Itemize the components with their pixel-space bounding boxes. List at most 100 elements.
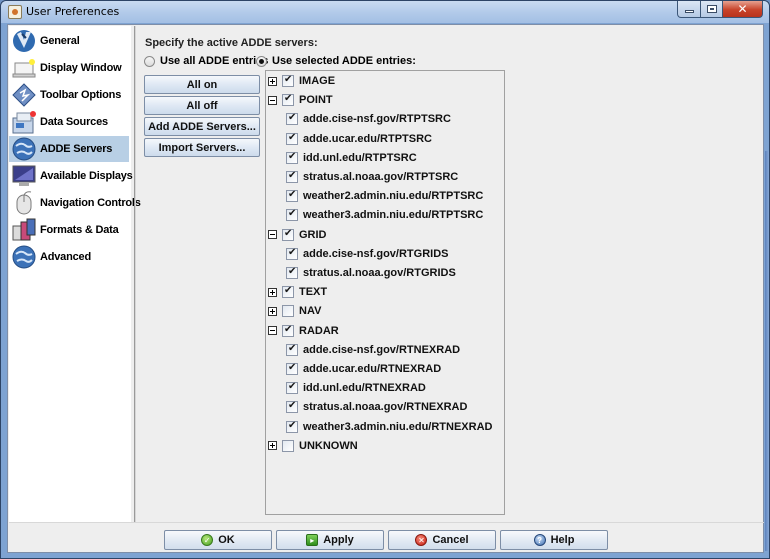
tree-item-label: idd.unl.edu/RTPTSRC (303, 151, 417, 164)
tree-server-row[interactable]: weather3.admin.niu.edu/RTPTSRC (286, 206, 483, 224)
tree-item-label: TEXT (299, 286, 328, 299)
tree-item-label: stratus.al.noaa.gov/RTGRIDS (303, 267, 456, 279)
help-button[interactable]: ? Help (500, 530, 608, 550)
sidebar-item-adde-servers[interactable]: ADDE Servers (9, 136, 129, 162)
tree-server-row[interactable]: stratus.al.noaa.gov/RTGRIDS (286, 264, 456, 282)
sidebar-item-data-sources[interactable]: Data Sources (9, 109, 129, 135)
window-edge-resize (765, 151, 769, 551)
title-bar[interactable]: User Preferences ✕ (1, 1, 769, 23)
maximize-button[interactable] (701, 1, 723, 18)
checkbox[interactable] (286, 400, 298, 414)
tree-server-row[interactable]: idd.unl.edu/RTNEXRAD (286, 379, 426, 397)
checkbox[interactable] (282, 285, 294, 299)
sidebar-item-display-window[interactable]: Display Window (9, 55, 129, 81)
tree-item-label: NAV (299, 305, 322, 318)
toolbar-options-icon (11, 82, 37, 108)
tree-server-row[interactable]: adde.ucar.edu/RTPTSRC (286, 130, 432, 148)
sidebar-item-label: Formats & Data (40, 224, 119, 236)
sidebar-item-available-displays[interactable]: Available Displays (9, 163, 133, 189)
checkbox[interactable] (286, 362, 298, 375)
radio-label: Use selected ADDE entries: (272, 55, 416, 67)
tree-server-row[interactable]: weather3.admin.niu.edu/RTNEXRAD (286, 418, 492, 436)
tree-item-label: POINT (299, 94, 333, 107)
tree-category-row[interactable]: TEXT (268, 283, 327, 301)
checkbox[interactable] (286, 343, 298, 356)
expand-icon[interactable] (268, 441, 277, 451)
apply-button[interactable]: ▸ Apply (276, 530, 384, 550)
cancel-button[interactable]: ✕ Cancel (388, 530, 496, 550)
collapse-icon[interactable] (268, 326, 277, 336)
tree-server-row[interactable]: adde.cise-nsf.gov/RTPTSRC (286, 110, 451, 128)
checkbox[interactable] (286, 266, 298, 279)
tree-category-row[interactable]: POINT (268, 91, 333, 109)
tree-category-row[interactable]: NAV (268, 302, 321, 320)
collapse-icon[interactable] (268, 95, 277, 105)
data-sources-icon (11, 109, 37, 135)
radio-button[interactable] (256, 55, 267, 67)
split-pane-divider[interactable] (134, 26, 136, 522)
tree-server-row[interactable]: adde.cise-nsf.gov/RTGRIDS (286, 245, 448, 263)
tree-category-row[interactable]: IMAGE (268, 72, 335, 90)
checkbox[interactable] (286, 247, 298, 260)
use-selected-entries-radio[interactable]: Use selected ADDE entries: (256, 55, 416, 67)
tree-category-row[interactable]: UNKNOWN (268, 437, 358, 455)
window-title: User Preferences (26, 5, 120, 18)
ok-button[interactable]: ✓ OK (164, 530, 272, 550)
sidebar-item-advanced[interactable]: Advanced (9, 244, 129, 270)
tree-category-row[interactable]: RADAR (268, 322, 339, 340)
tree-server-row[interactable]: idd.unl.edu/RTPTSRC (286, 149, 417, 167)
add-adde-servers-button[interactable]: Add ADDE Servers... (144, 117, 260, 136)
tree-server-row[interactable]: adde.cise-nsf.gov/RTNEXRAD (286, 341, 460, 359)
sidebar-item-label: General (40, 35, 80, 47)
all-off-button[interactable]: All off (144, 96, 260, 115)
checkbox[interactable] (286, 170, 298, 183)
radio-button[interactable] (144, 55, 155, 67)
checkbox[interactable] (282, 324, 294, 337)
expand-icon[interactable] (268, 306, 277, 316)
tree-server-row[interactable]: stratus.al.noaa.gov/RTNEXRAD (286, 398, 467, 416)
checkbox[interactable] (282, 305, 294, 318)
expand-icon[interactable] (268, 287, 277, 297)
tree-server-row[interactable]: stratus.al.noaa.gov/RTPTSRC (286, 168, 458, 186)
sidebar-item-navigation-controls[interactable]: Navigation Controls (9, 190, 141, 216)
tree-category-row[interactable]: GRID (268, 226, 327, 244)
checkbox[interactable] (286, 420, 298, 433)
minimize-icon (684, 10, 694, 13)
checkbox[interactable] (286, 112, 298, 126)
checkbox[interactable] (286, 208, 298, 222)
tree-item-label: adde.cise-nsf.gov/RTGRIDS (303, 247, 449, 260)
tree-item-label: weather3.admin.niu.edu/RTPTSRC (303, 209, 484, 222)
sidebar-item-toolbar-options[interactable]: Toolbar Options (9, 82, 129, 108)
button-label: OK (218, 534, 235, 546)
checkbox[interactable] (282, 93, 294, 107)
sidebar-item-formats-data[interactable]: Formats & Data (9, 217, 129, 243)
collapse-icon[interactable] (268, 230, 277, 240)
window-controls: ✕ (677, 1, 763, 18)
tree-server-row[interactable]: adde.ucar.edu/RTNEXRAD (286, 360, 441, 378)
use-all-entries-radio[interactable]: Use all ADDE entries (144, 55, 268, 67)
tree-item-label: adde.cise-nsf.gov/RTNEXRAD (303, 343, 461, 356)
sidebar-item-label: Display Window (40, 62, 122, 74)
sidebar-item-label: Navigation Controls (40, 197, 141, 209)
import-servers-button[interactable]: Import Servers... (144, 138, 260, 157)
minimize-button[interactable] (677, 1, 701, 18)
checkbox[interactable] (282, 228, 294, 241)
adde-server-tree[interactable]: IMAGE POINT adde.cise-nsf.gov/RTPTSRC adde.… (265, 70, 505, 515)
tree-item-label: stratus.al.noaa.gov/RTNEXRAD (303, 401, 468, 414)
checkbox[interactable] (286, 132, 298, 145)
all-on-button[interactable]: All on (144, 75, 260, 94)
sidebar-item-label: Toolbar Options (40, 89, 122, 101)
checkbox[interactable] (282, 74, 294, 87)
tree-item-label: IMAGE (299, 75, 336, 87)
close-button[interactable]: ✕ (723, 1, 763, 18)
checkbox[interactable] (286, 189, 298, 203)
expand-icon[interactable] (268, 76, 277, 86)
tree-server-row[interactable]: weather2.admin.niu.edu/RTPTSRC (286, 187, 483, 205)
tree-item-label: adde.ucar.edu/RTPTSRC (303, 132, 432, 145)
checkbox[interactable] (286, 381, 298, 395)
checkbox[interactable] (286, 151, 298, 164)
sidebar-item-label: Advanced (40, 251, 91, 263)
radio-label: Use all ADDE entries (160, 55, 269, 67)
sidebar-item-general[interactable]: General (9, 28, 129, 54)
checkbox[interactable] (282, 439, 294, 452)
